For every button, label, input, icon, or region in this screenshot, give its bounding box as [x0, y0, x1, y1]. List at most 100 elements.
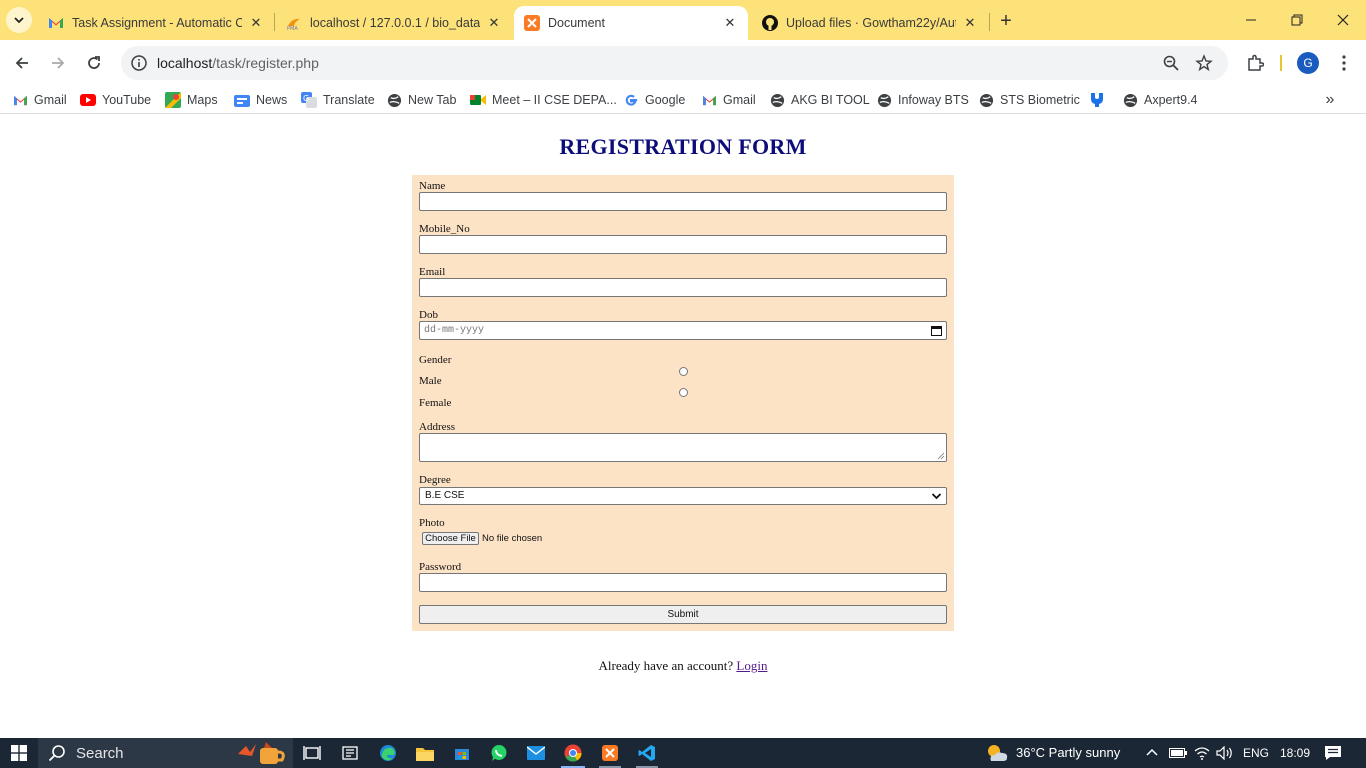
- female-radio[interactable]: [679, 388, 688, 397]
- gmail-icon: [12, 92, 28, 108]
- bookmark-translate[interactable]: G Translate: [301, 90, 375, 110]
- name-input[interactable]: [419, 192, 947, 211]
- clock[interactable]: 18:09: [1280, 746, 1310, 760]
- degree-select[interactable]: B.E CSE: [419, 487, 947, 505]
- gender-label: Gender: [419, 354, 452, 366]
- vscode-icon: [638, 745, 655, 761]
- bookmark-meet[interactable]: Meet – II CSE DEPA...: [470, 90, 617, 110]
- resize-grip-icon[interactable]: [937, 452, 945, 460]
- address-bar[interactable]: localhost/task/register.php: [121, 46, 1228, 80]
- speaker-icon: [1216, 746, 1232, 760]
- dob-placeholder: dd-mm-yyyy: [424, 325, 485, 336]
- bookmark-unnamed[interactable]: [1089, 90, 1111, 110]
- extensions-button[interactable]: [1244, 52, 1266, 74]
- store-icon: [455, 749, 469, 760]
- photo-label: Photo: [419, 517, 445, 529]
- weather-widget[interactable]: [985, 742, 1009, 764]
- password-label: Password: [419, 561, 462, 573]
- tab-github[interactable]: Upload files · Gowtham22y/Aut ✕: [752, 6, 988, 40]
- bookmark-new-tab[interactable]: New Tab: [386, 90, 456, 110]
- store-button[interactable]: [451, 742, 473, 764]
- choose-file-button[interactable]: Choose File: [422, 532, 479, 545]
- dob-input[interactable]: dd-mm-yyyy: [419, 321, 947, 340]
- notifications-button[interactable]: [1322, 742, 1344, 764]
- bookmarks-overflow-icon[interactable]: »: [1320, 91, 1340, 109]
- close-window-button[interactable]: [1320, 6, 1366, 34]
- restore-button[interactable]: [1274, 6, 1320, 34]
- degree-label: Degree: [419, 474, 451, 486]
- login-link[interactable]: Login: [736, 658, 767, 673]
- translate-icon: G: [301, 92, 317, 108]
- bookmark-infoway-bts[interactable]: Infoway BTS: [876, 90, 969, 110]
- svg-text:PMA: PMA: [287, 26, 298, 30]
- mail-button[interactable]: [525, 742, 547, 764]
- arrow-right-icon: [52, 57, 65, 69]
- chrome-taskbar-button[interactable]: [562, 742, 584, 764]
- new-tab-button[interactable]: +: [994, 9, 1018, 33]
- windows-icon: [11, 745, 27, 761]
- male-radio[interactable]: [679, 367, 688, 376]
- bookmark-youtube[interactable]: YouTube: [80, 90, 151, 110]
- restore-icon: [1291, 14, 1303, 26]
- puzzle-icon: [1248, 54, 1264, 71]
- start-button[interactable]: [8, 742, 30, 764]
- search-label: Search: [76, 744, 124, 762]
- xampp-taskbar-button[interactable]: [599, 742, 621, 764]
- news-widget-icon: [342, 746, 358, 760]
- edge-taskbar-button[interactable]: [377, 742, 399, 764]
- bookmark-gmail[interactable]: Gmail: [12, 90, 67, 110]
- tab-document[interactable]: Document ✕: [514, 6, 748, 40]
- wifi-indicator[interactable]: [1192, 742, 1212, 764]
- bookmark-sts-biometric[interactable]: STS Biometric: [978, 90, 1080, 110]
- back-button[interactable]: [8, 49, 36, 77]
- file-status-text: No file chosen: [482, 533, 543, 544]
- vscode-taskbar-button[interactable]: [636, 742, 658, 764]
- star-icon[interactable]: [1195, 54, 1213, 72]
- tab-task-assignment[interactable]: Task Assignment - Automatic C ✕: [38, 6, 274, 40]
- email-input[interactable]: [419, 278, 947, 297]
- task-view-button[interactable]: [301, 742, 323, 764]
- zoom-icon[interactable]: [1162, 54, 1180, 72]
- mobile-input[interactable]: [419, 235, 947, 254]
- forward-button[interactable]: [44, 49, 72, 77]
- close-icon[interactable]: ✕: [722, 15, 738, 31]
- whatsapp-button[interactable]: [488, 742, 510, 764]
- close-icon[interactable]: ✕: [962, 15, 978, 31]
- weather-text[interactable]: 36°C Partly sunny: [1016, 745, 1120, 760]
- calendar-icon[interactable]: [931, 325, 942, 336]
- news-icon: [234, 92, 250, 108]
- xampp-icon: [524, 15, 540, 31]
- language-indicator[interactable]: ENG: [1243, 746, 1269, 760]
- volume-indicator[interactable]: [1215, 742, 1235, 764]
- site-info-icon[interactable]: [130, 54, 148, 72]
- gmail-icon: [48, 15, 64, 31]
- fork-icon: [1089, 92, 1105, 108]
- tab-title: Task Assignment - Automatic C: [72, 16, 242, 30]
- close-icon[interactable]: ✕: [248, 15, 264, 31]
- bookmark-axpert[interactable]: Axpert9.4: [1122, 90, 1198, 110]
- tab-phpmyadmin[interactable]: PMA localhost / 127.0.0.1 / bio_data ✕: [276, 6, 512, 40]
- bookmark-news[interactable]: News: [234, 90, 287, 110]
- menu-button[interactable]: [1333, 52, 1355, 74]
- bookmark-google[interactable]: Google: [623, 90, 685, 110]
- reload-button[interactable]: [80, 49, 108, 77]
- password-input[interactable]: [419, 573, 947, 592]
- bookmark-maps[interactable]: Maps: [165, 90, 218, 110]
- male-label: Male: [419, 375, 442, 387]
- address-textarea[interactable]: [419, 433, 947, 462]
- minimize-button[interactable]: [1228, 6, 1274, 34]
- taskbar-search[interactable]: Search: [38, 738, 293, 768]
- arrow-left-icon: [15, 57, 28, 69]
- file-explorer-button[interactable]: [414, 742, 436, 764]
- tab-separator: [989, 13, 990, 31]
- bookmark-akg-bi-tool[interactable]: AKG BI TOOL: [769, 90, 870, 110]
- phpmyadmin-icon: PMA: [286, 15, 302, 31]
- tab-search-button[interactable]: [6, 7, 32, 33]
- profile-avatar[interactable]: G: [1297, 52, 1319, 74]
- submit-button[interactable]: Submit: [419, 605, 947, 624]
- battery-indicator[interactable]: [1168, 742, 1188, 764]
- widgets-button[interactable]: [339, 742, 361, 764]
- tray-overflow-button[interactable]: [1143, 742, 1161, 764]
- bookmark-gmail-2[interactable]: Gmail: [701, 90, 756, 110]
- close-icon[interactable]: ✕: [486, 15, 502, 31]
